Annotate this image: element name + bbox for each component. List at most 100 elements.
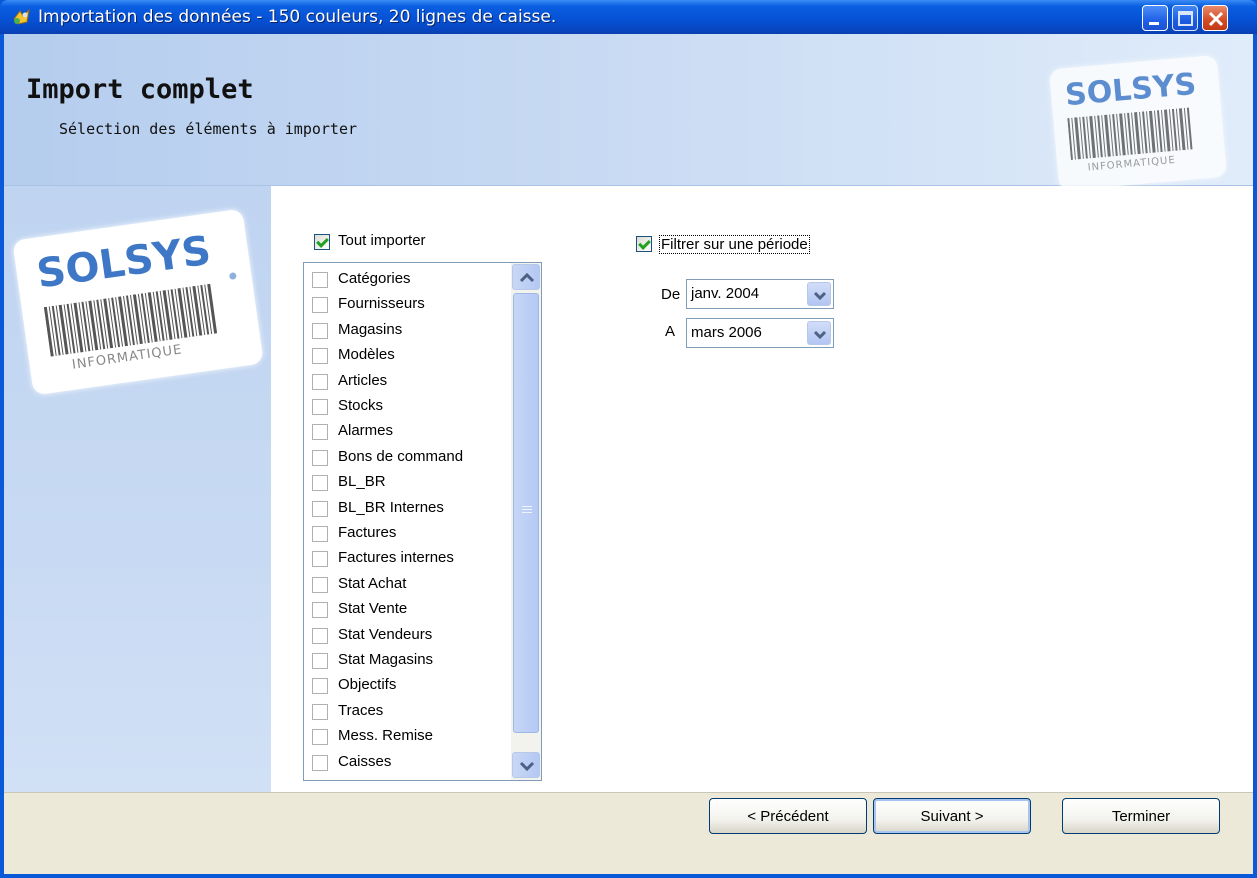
list-item[interactable]: Modèles bbox=[304, 343, 509, 368]
import-items-list[interactable]: Catégories Fournisseurs Magasins Modèles Art… bbox=[303, 262, 542, 781]
from-label: De bbox=[661, 286, 681, 303]
list-item[interactable]: Stat Magasins bbox=[304, 648, 509, 673]
list-item-label: Alarmes bbox=[338, 422, 394, 440]
import-all-label[interactable]: Tout importer bbox=[338, 232, 426, 249]
barcode-icon bbox=[1067, 107, 1193, 160]
list-item[interactable]: Fournisseurs bbox=[304, 292, 509, 317]
list-item-label: Stocks bbox=[338, 397, 384, 414]
list-item-checkbox[interactable] bbox=[312, 500, 328, 517]
minimize-icon bbox=[1149, 22, 1159, 25]
logo-tagline: INFORMATIQUE bbox=[1087, 154, 1177, 174]
chevron-down-icon bbox=[813, 330, 827, 340]
list-item-label: Mess. Remise bbox=[338, 727, 434, 745]
import-all-checkbox[interactable] bbox=[314, 234, 330, 250]
list-item-checkbox[interactable] bbox=[312, 678, 328, 695]
minimize-button[interactable] bbox=[1142, 5, 1168, 31]
list-item[interactable]: Catégories bbox=[304, 267, 509, 292]
list-item-label: Catégories bbox=[338, 270, 411, 287]
window-title: Importation des données - 150 couleurs, … bbox=[38, 7, 557, 27]
list-item-label: Stat Vente bbox=[338, 600, 408, 618]
list-item-checkbox[interactable] bbox=[312, 729, 328, 746]
list-item-label: BL_BR bbox=[338, 473, 386, 491]
list-item[interactable]: Articles bbox=[304, 369, 509, 394]
list-item-checkbox[interactable] bbox=[312, 322, 328, 339]
list-item-checkbox[interactable] bbox=[312, 754, 328, 771]
period-filter-checkbox[interactable] bbox=[636, 236, 652, 252]
list-item-label: Factures internes bbox=[338, 549, 454, 567]
list-item-checkbox[interactable] bbox=[312, 424, 328, 441]
chevron-down-icon bbox=[813, 291, 827, 301]
client-area: Import complet Sélection des éléments à … bbox=[4, 34, 1253, 874]
chevron-up-icon bbox=[519, 272, 535, 283]
list-item[interactable]: Magasins bbox=[304, 318, 509, 343]
list-item-label: Objectifs bbox=[338, 676, 397, 694]
to-date-value: mars 2006 bbox=[691, 324, 762, 341]
list-item-label: Stat Achat bbox=[338, 574, 407, 592]
list-item-checkbox[interactable] bbox=[312, 576, 328, 593]
vertical-scrollbar[interactable] bbox=[511, 263, 541, 780]
list-item[interactable]: BL_BR bbox=[304, 470, 509, 495]
list-item-checkbox[interactable] bbox=[312, 627, 328, 644]
list-item[interactable]: Stat Achat bbox=[304, 572, 509, 597]
list-item-checkbox[interactable] bbox=[312, 449, 328, 466]
list-item-label: Stat Vendeurs bbox=[338, 625, 433, 643]
list-item[interactable]: Alarmes bbox=[304, 419, 509, 444]
from-date-dropdown-button[interactable] bbox=[807, 282, 831, 306]
list-item[interactable]: Objectifs bbox=[304, 673, 509, 698]
list-item[interactable]: Stat Vente bbox=[304, 597, 509, 622]
list-item-label: Fournisseurs bbox=[338, 295, 425, 313]
list-item-checkbox[interactable] bbox=[312, 475, 328, 492]
brand-logo-sidebar: SOLSYS INFORMATIQUE bbox=[12, 208, 264, 396]
scroll-thumb[interactable] bbox=[513, 293, 539, 733]
page-subtitle: Sélection des éléments à importer bbox=[59, 120, 358, 138]
list-item-label: Stat Magasins bbox=[338, 651, 434, 668]
list-item-checkbox[interactable] bbox=[312, 373, 328, 390]
list-item[interactable]: Factures internes bbox=[304, 546, 509, 571]
list-item-label: Caisses bbox=[338, 752, 392, 770]
title-bar[interactable]: Importation des données - 150 couleurs, … bbox=[0, 0, 1257, 34]
app-icon bbox=[13, 8, 30, 25]
logo-dot bbox=[228, 272, 237, 281]
list-item[interactable]: Factures bbox=[304, 521, 509, 546]
list-item-checkbox[interactable] bbox=[312, 399, 328, 415]
finish-button[interactable]: Terminer bbox=[1062, 798, 1220, 834]
next-button[interactable]: Suivant > bbox=[873, 798, 1031, 834]
brand-logo-header: SOLSYS INFORMATIQUE bbox=[1049, 54, 1227, 192]
list-item-label: Articles bbox=[338, 371, 388, 389]
close-button[interactable] bbox=[1202, 5, 1228, 31]
list-item[interactable]: Bons de command bbox=[304, 445, 509, 470]
wizard-sidebar: SOLSYS INFORMATIQUE bbox=[4, 186, 271, 792]
from-date-select[interactable]: janv. 2004 bbox=[686, 279, 834, 309]
scroll-down-button[interactable] bbox=[512, 752, 540, 778]
list-item-checkbox[interactable] bbox=[312, 272, 328, 288]
to-date-dropdown-button[interactable] bbox=[807, 321, 831, 345]
list-item-checkbox[interactable] bbox=[312, 703, 328, 720]
list-item[interactable]: Caisses bbox=[304, 750, 509, 775]
list-item-checkbox[interactable] bbox=[312, 602, 328, 619]
list-item-checkbox[interactable] bbox=[312, 526, 328, 542]
list-item[interactable]: Traces bbox=[304, 699, 509, 724]
scroll-up-button[interactable] bbox=[512, 264, 540, 290]
to-date-select[interactable]: mars 2006 bbox=[686, 318, 834, 348]
maximize-icon bbox=[1178, 11, 1193, 26]
list-item[interactable]: BL_BR Internes bbox=[304, 496, 509, 521]
wizard-header: Import complet Sélection des éléments à … bbox=[4, 34, 1253, 192]
list-item-checkbox[interactable] bbox=[312, 348, 328, 365]
wizard-window: Importation des données - 150 couleurs, … bbox=[0, 0, 1257, 878]
close-icon bbox=[1208, 11, 1224, 27]
previous-button[interactable]: < Précédent bbox=[709, 798, 867, 834]
page-title: Import complet bbox=[26, 74, 254, 105]
grip-icon bbox=[522, 506, 532, 513]
list-item-checkbox[interactable] bbox=[312, 551, 328, 568]
period-filter-label[interactable]: Filtrer sur une période bbox=[659, 235, 810, 254]
list-item-label: Magasins bbox=[338, 320, 403, 338]
chevron-down-icon bbox=[519, 761, 535, 772]
logo-brand-text: SOLSYS bbox=[1063, 66, 1198, 114]
list-item-checkbox[interactable] bbox=[312, 653, 328, 669]
list-item-label: Modèles bbox=[338, 346, 395, 364]
list-item[interactable]: Stat Vendeurs bbox=[304, 623, 509, 648]
list-item-checkbox[interactable] bbox=[312, 297, 328, 314]
list-item[interactable]: Stocks bbox=[304, 394, 509, 419]
list-item[interactable]: Mess. Remise bbox=[304, 724, 509, 749]
maximize-button[interactable] bbox=[1172, 5, 1198, 31]
